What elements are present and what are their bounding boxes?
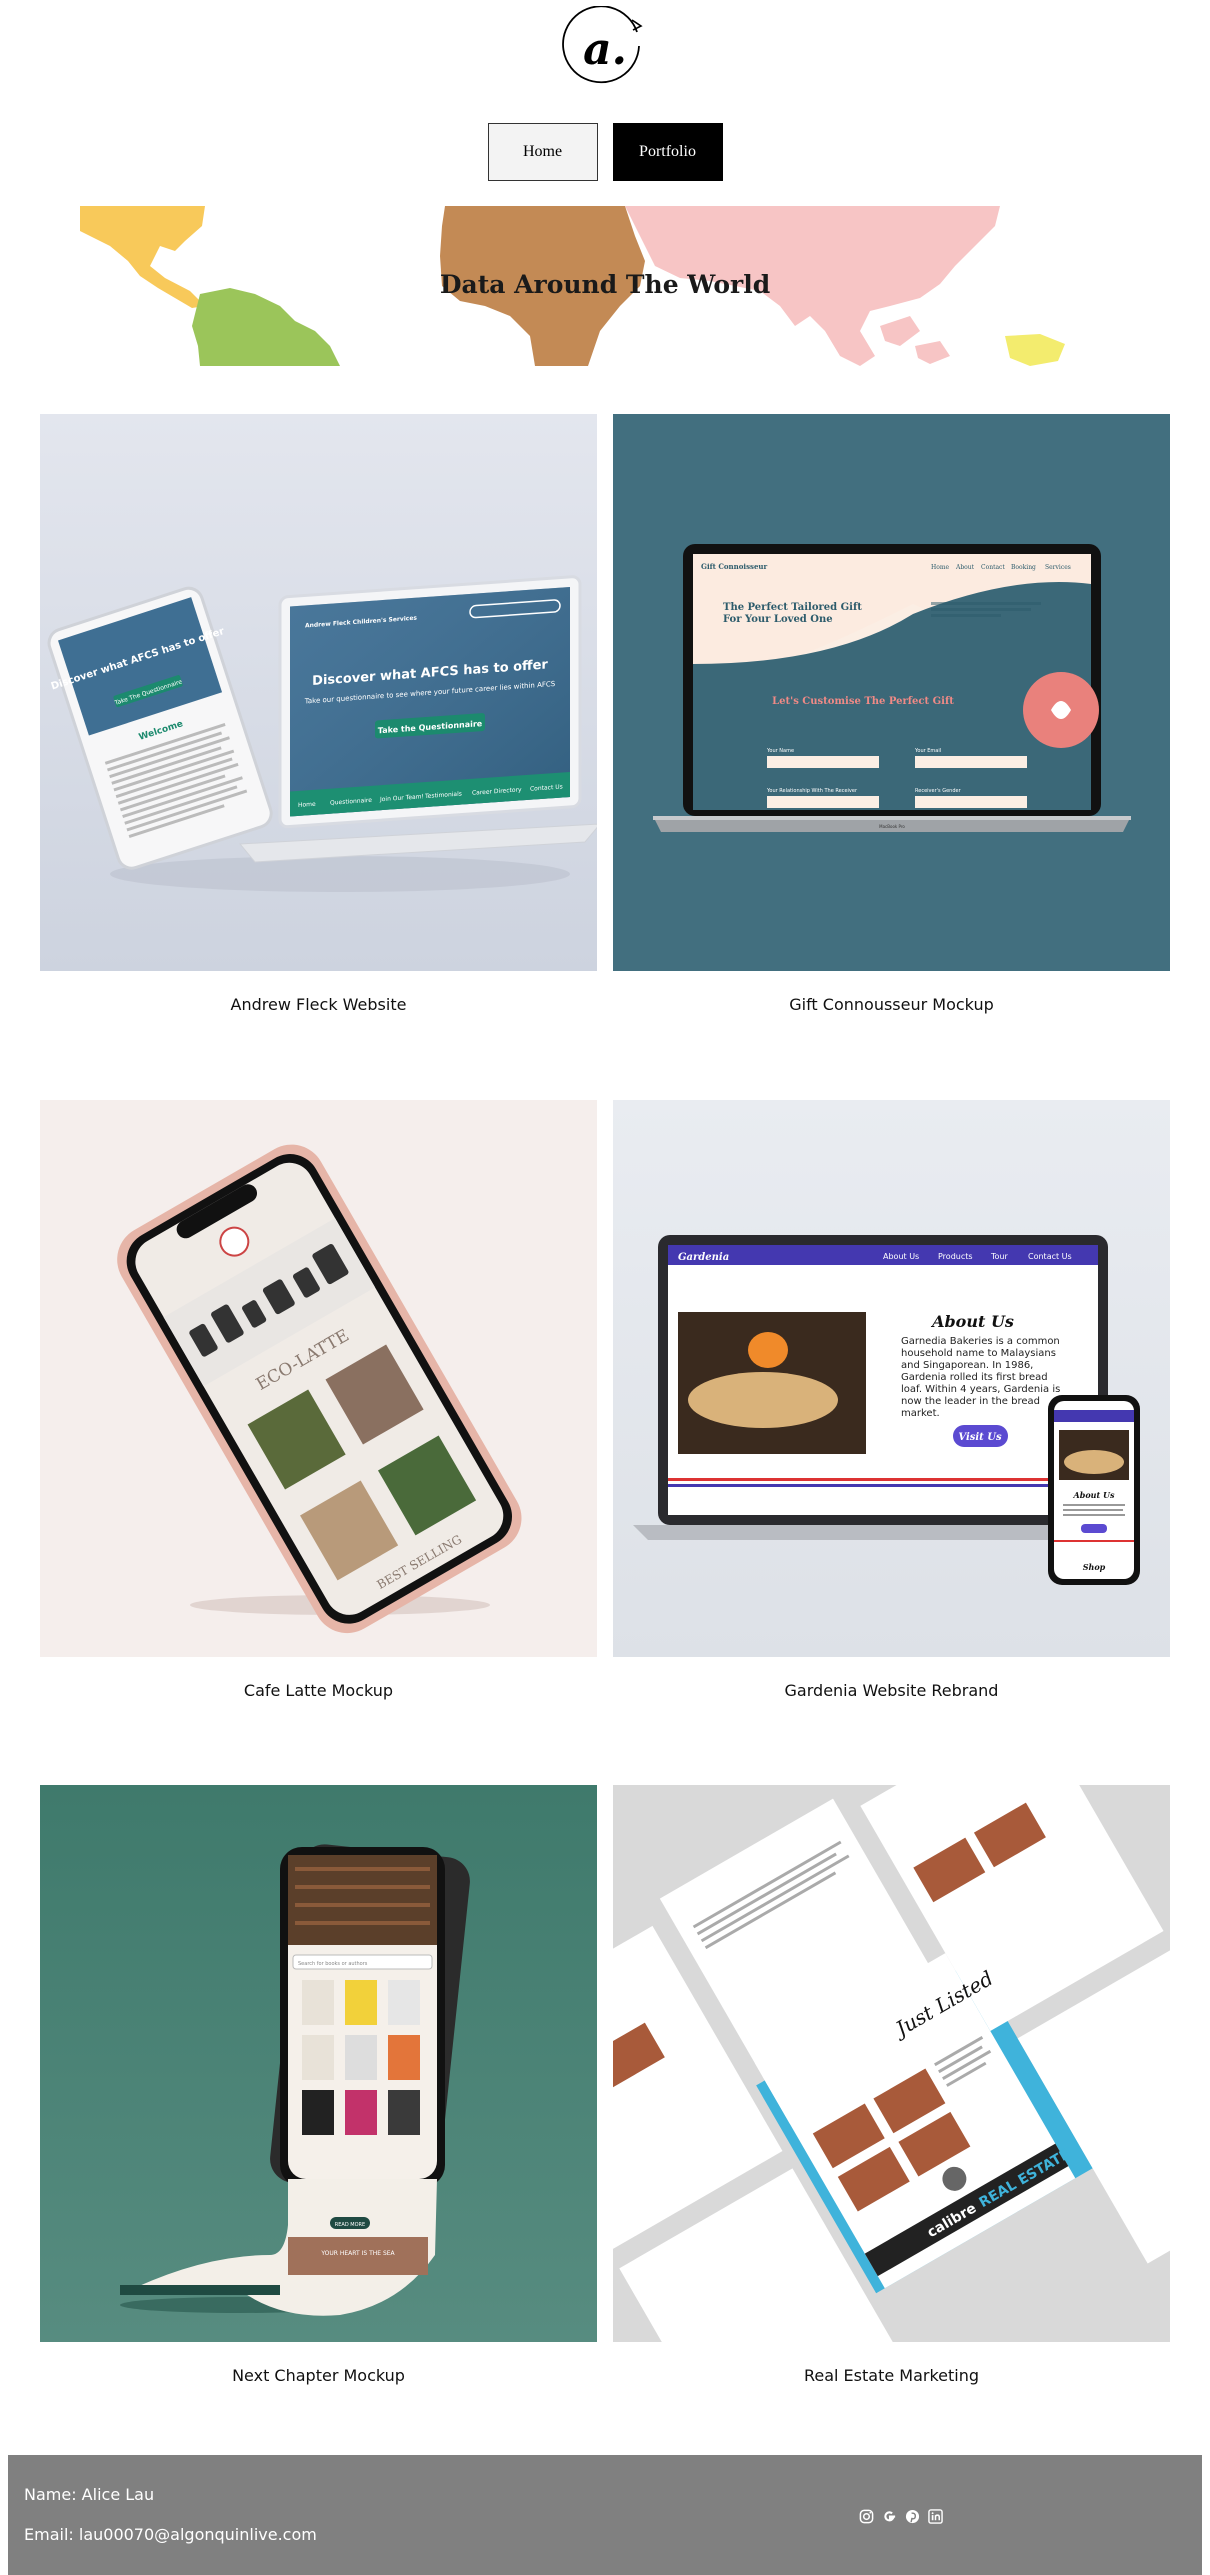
gift-nav-0: Home [931,564,950,571]
project-card-real-estate[interactable]: Just Listed calibre REAL ESTATE Real Est… [613,1785,1170,2385]
nav-home-button[interactable]: Home [487,123,598,181]
google-icon[interactable] [881,2508,898,2525]
gardenia-nav-3: Contact Us [1028,1252,1072,1261]
gardenia-phone-shop: Shop [1083,1562,1106,1572]
next-cta: READ MORE [335,2222,365,2228]
laptop-tablet-mockup: Discover what AFCS has to offer Take our… [47,575,597,892]
gift-headline: The Perfect Tailored Gift For Your Loved… [723,602,862,625]
project-thumbnail[interactable]: Gardenia About Us Products Tour Contact … [613,1100,1170,1657]
next-search: Search for books or authors [298,1961,368,1967]
next-tagline: YOUR HEART IS THE SEA [320,2250,395,2257]
flyer-mockup: Just Listed calibre REAL ESTATE [613,1785,1170,2342]
gift-nav-2: Contact [981,564,1005,571]
main-nav: Home Portfolio [0,123,1210,181]
project-title[interactable]: Next Chapter Mockup [40,2366,597,2385]
gift-field-0: Your Name [766,748,794,754]
gardenia-nav-2: Tour [990,1252,1008,1261]
phone-mockup: Search for books or authors READ MORE YO… [120,1844,470,2316]
footer-name: Name: Alice Lau [24,2485,155,2504]
world-banner: Data Around The World [80,206,1130,366]
project-card-cafe-latte[interactable]: ECO-LATTE BEST SELLING Cafe Latte Mockup [40,1100,597,1700]
project-title[interactable]: Real Estate Marketing [613,2366,1170,2385]
phone-mockup: ECO-LATTE BEST SELLING [117,1144,522,1634]
gardenia-heading: About Us [930,1312,1014,1331]
project-thumbnail[interactable]: Discover what AFCS has to offer Take our… [40,414,597,971]
laptop-mockup: Gift Connoisseur Home About Contact Book… [653,544,1131,832]
gift-section: Let's Customise The Perfect Gift [772,696,954,707]
gift-field-1: Your Email [914,748,941,754]
gift-nav-3: Booking [1011,564,1036,571]
gift-nav-1: About [955,564,975,571]
linkedin-icon[interactable] [927,2508,944,2525]
project-card-andrew-fleck[interactable]: Discover what AFCS has to offer Take our… [40,414,597,1014]
social-links [858,2508,944,2525]
footer-email[interactable]: Email: lau00070@algonquinlive.com [24,2525,317,2544]
project-thumbnail[interactable]: Search for books or authors READ MORE YO… [40,1785,597,2342]
project-title[interactable]: Cafe Latte Mockup [40,1681,597,1700]
gardenia-nav-1: Products [938,1252,973,1261]
instagram-icon[interactable] [858,2508,875,2525]
project-card-next-chapter[interactable]: Search for books or authors READ MORE YO… [40,1785,597,2385]
gardenia-brand: Gardenia [678,1252,729,1263]
laptop-phone-mockup: Gardenia About Us Products Tour Contact … [633,1235,1140,1585]
gift-nav-4: Services [1045,564,1071,571]
gift-laptop-label: MacBook Pro [879,824,905,829]
project-title[interactable]: Gardenia Website Rebrand [613,1681,1170,1700]
project-card-gardenia[interactable]: Gardenia About Us Products Tour Contact … [613,1100,1170,1700]
banner-title: Data Around The World [439,270,771,299]
gardenia-cta: Visit Us [958,1432,1002,1443]
nav-portfolio-button[interactable]: Portfolio [612,123,723,181]
project-thumbnail[interactable]: Just Listed calibre REAL ESTATE [613,1785,1170,2342]
afcs-nav-0: Home [298,801,316,809]
gift-field-3: Receiver's Gender [915,788,962,794]
project-thumbnail[interactable]: ECO-LATTE BEST SELLING [40,1100,597,1657]
gardenia-body: Garnedia Bakeries is a common household … [901,1336,1061,1416]
site-footer: Name: Alice Lau Email: lau00070@algonqui… [8,2455,1202,2575]
gift-brand: Gift Connoisseur [701,562,767,571]
site-logo[interactable]: a. [561,5,649,94]
pinterest-icon[interactable] [904,2508,921,2525]
project-card-gift-connousseur[interactable]: Gift Connoisseur Home About Contact Book… [613,414,1170,1014]
gift-field-2: Your Relationship With The Receiver [766,788,858,794]
logo-mark: a. [562,5,643,84]
project-title[interactable]: Gift Connousseur Mockup [613,995,1170,1014]
project-thumbnail[interactable]: Gift Connoisseur Home About Contact Book… [613,414,1170,971]
gardenia-phone-heading: About Us [1073,1490,1115,1500]
gardenia-nav-0: About Us [883,1252,919,1261]
project-title[interactable]: Andrew Fleck Website [40,995,597,1014]
logo-letter: a. [583,24,627,75]
